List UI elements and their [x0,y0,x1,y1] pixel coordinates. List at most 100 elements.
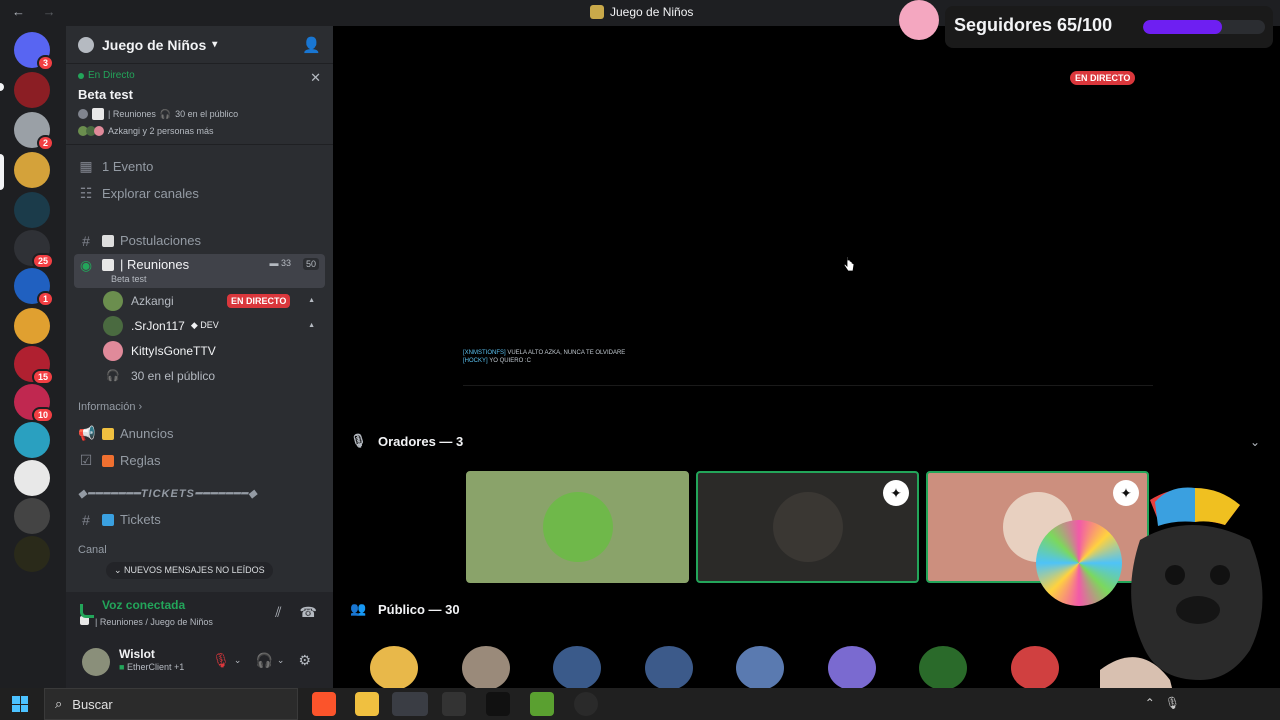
stage-member[interactable]: .SrJon117 ◆ DEV ▲ [66,313,333,338]
server-icon-pug-server[interactable] [14,308,50,344]
discord-taskbar-icon[interactable] [392,692,428,716]
chevron-down-icon[interactable]: ⌄ [1250,435,1264,449]
stage-icon [78,109,88,119]
channel-reglas[interactable]: ☑ Reglas [66,447,333,474]
app-icon[interactable] [442,692,466,716]
headphones-icon[interactable]: 🎧 [255,652,272,669]
windows-logo-pane [20,696,28,704]
back-arrow-icon[interactable]: ← [12,4,25,19]
category-label: Información [78,401,136,413]
server-icon-logo-server[interactable]: 25 [14,230,54,269]
stage-audience-row[interactable]: 🎧 30 en el público [66,363,333,388]
speaker-tile[interactable]: ✦ [696,471,919,583]
channel-tickets[interactable]: # Tickets [66,506,333,533]
browse-channels-icon: ☷ [79,185,93,201]
server-icon-chess-server[interactable]: 2 [14,112,54,151]
events-label: 1 Evento [102,159,154,174]
ticket-emoji-icon [102,513,114,526]
channel-sidebar: Juego de Niños ▾ 👤 En Directo ✕ Beta tes… [66,26,333,592]
category-label: ◆━━━━━━━TICKETS━━━━━━━◆ [78,487,258,500]
live-status: En Directo [78,70,321,81]
microphone-icon[interactable]: 🎙 [1165,696,1180,710]
chat-username: [HOCKY] [463,358,488,364]
channel-anuncios[interactable]: 📢 Anuncios [66,420,333,447]
taskbar-search[interactable]: ⌕ Buscar [44,688,298,720]
divider [463,385,1153,386]
new-unread-button[interactable]: ⌄ NUEVOS MENSAJES NO LEÍDOS [106,562,273,579]
avatar[interactable] [82,648,110,676]
file-explorer-icon[interactable] [355,692,379,716]
audience-avatar[interactable] [370,646,418,690]
chat-message: YO QUIERO :C [489,358,531,364]
server-icon-betatest[interactable] [14,72,50,108]
minecraft-icon[interactable] [530,692,554,716]
audience-avatar[interactable] [736,646,784,690]
participants-text: Azkangi y 2 personas más [108,126,214,136]
live-badge: EN DIRECTO [1070,71,1136,85]
server-icon-gold-server[interactable] [14,536,50,572]
server-icon-anime-server[interactable]: 10 [14,384,54,423]
forward-arrow-icon[interactable]: → [43,4,56,19]
events-link[interactable]: ▦ 1 Evento [66,153,333,180]
browse-channels-link[interactable]: ☷ Explorar canales [66,180,333,207]
chevron-down-icon[interactable]: ⌄ [234,652,242,669]
app-icon[interactable] [486,692,510,716]
server-icon-juego-de-ninos[interactable] [14,152,50,188]
user-controls: 🎙 ⌄ 🎧 ⌄ ⚙ [212,652,311,669]
member-name: .SrJon117 [131,318,185,333]
gear-icon[interactable]: ⚙ [298,652,311,669]
kirby-avatar [899,0,939,40]
audience-avatar[interactable] [919,646,967,690]
audience-avatar[interactable] [461,646,510,690]
stage-member[interactable]: KittyIsGoneTTV [66,338,333,363]
audience-avatar[interactable] [827,646,876,690]
unread-label: NUEVOS MENSAJES NO LEÍDOS [124,565,265,575]
server-icon-mountain-server[interactable] [14,192,50,228]
audience-header[interactable]: 👥 Público — 30 [350,601,460,617]
rules-icon: ☑ [79,452,93,468]
voice-location-text: | Reuniones / Juego de Niños [95,617,213,627]
server-icon-el-grupo-server[interactable] [14,460,50,496]
speaker-tile[interactable] [466,471,689,583]
user-activity-text: EtherClient +1 [126,662,185,672]
audience-avatar[interactable] [644,646,693,690]
channel-label: | Reuniones [120,257,190,272]
category-informacion[interactable]: Información › [66,394,333,420]
server-icon-discord-home[interactable]: 3 [14,32,54,71]
disconnect-icon[interactable]: ☎ [300,604,317,621]
server-list: 3 2 25 1 15 10 [0,26,66,688]
obs-icon[interactable] [574,692,598,716]
audience-avatar[interactable] [553,646,601,690]
server-icon-bird-server[interactable] [14,422,50,458]
invite-people-icon[interactable]: 👤 [302,36,321,54]
server-icon-speaker-server[interactable]: 15 [14,346,54,385]
audience-avatar[interactable] [1010,646,1059,690]
hand-cursor-icon [843,256,855,272]
server-icon [590,5,604,19]
category-tickets[interactable]: ◆━━━━━━━TICKETS━━━━━━━◆ [66,480,333,506]
speakers-header[interactable]: 🎙 Oradores — 3 [350,433,463,449]
people-icon: 👥 [350,601,367,616]
close-icon[interactable]: ✕ [310,70,321,86]
mention-badge: 10 [31,407,54,423]
mic-muted-icon[interactable]: 🎙 [212,652,230,669]
channel-postulaciones[interactable]: # Postulaciones [66,227,333,254]
chevron-down-icon[interactable]: ⌄ [277,652,285,669]
history-nav: ← → [12,4,70,19]
stage-member[interactable]: Azkangi EN DIRECTO ▲ [66,288,333,313]
brave-browser-icon[interactable] [312,692,336,716]
guild-header[interactable]: Juego de Niños ▾ 👤 [66,26,333,64]
noise-suppression-icon[interactable]: ⫽ [275,604,281,621]
server-icon-mask-server[interactable] [14,498,50,534]
user-activity: ■ EtherClient +1 [119,662,184,672]
server-icon-sonic-server[interactable]: 1 [14,268,54,307]
live-event-card[interactable]: En Directo ✕ Beta test | Reuniones 🎧 30 … [66,64,333,145]
window-title-text: Juego de Niños [610,5,694,19]
channel-reuniones[interactable]: ◉ | Reuniones Beta test ▬ 33 50 [74,254,325,288]
windows-start-icon[interactable] [12,696,28,712]
category-canales[interactable]: Canal [66,537,333,563]
system-tray: ⌃ 🎙 [1145,696,1180,710]
megaphone-icon: 📢 [78,425,96,441]
chevron-up-icon[interactable]: ⌃ [1145,696,1155,710]
live-status-text: En Directo [88,70,135,81]
